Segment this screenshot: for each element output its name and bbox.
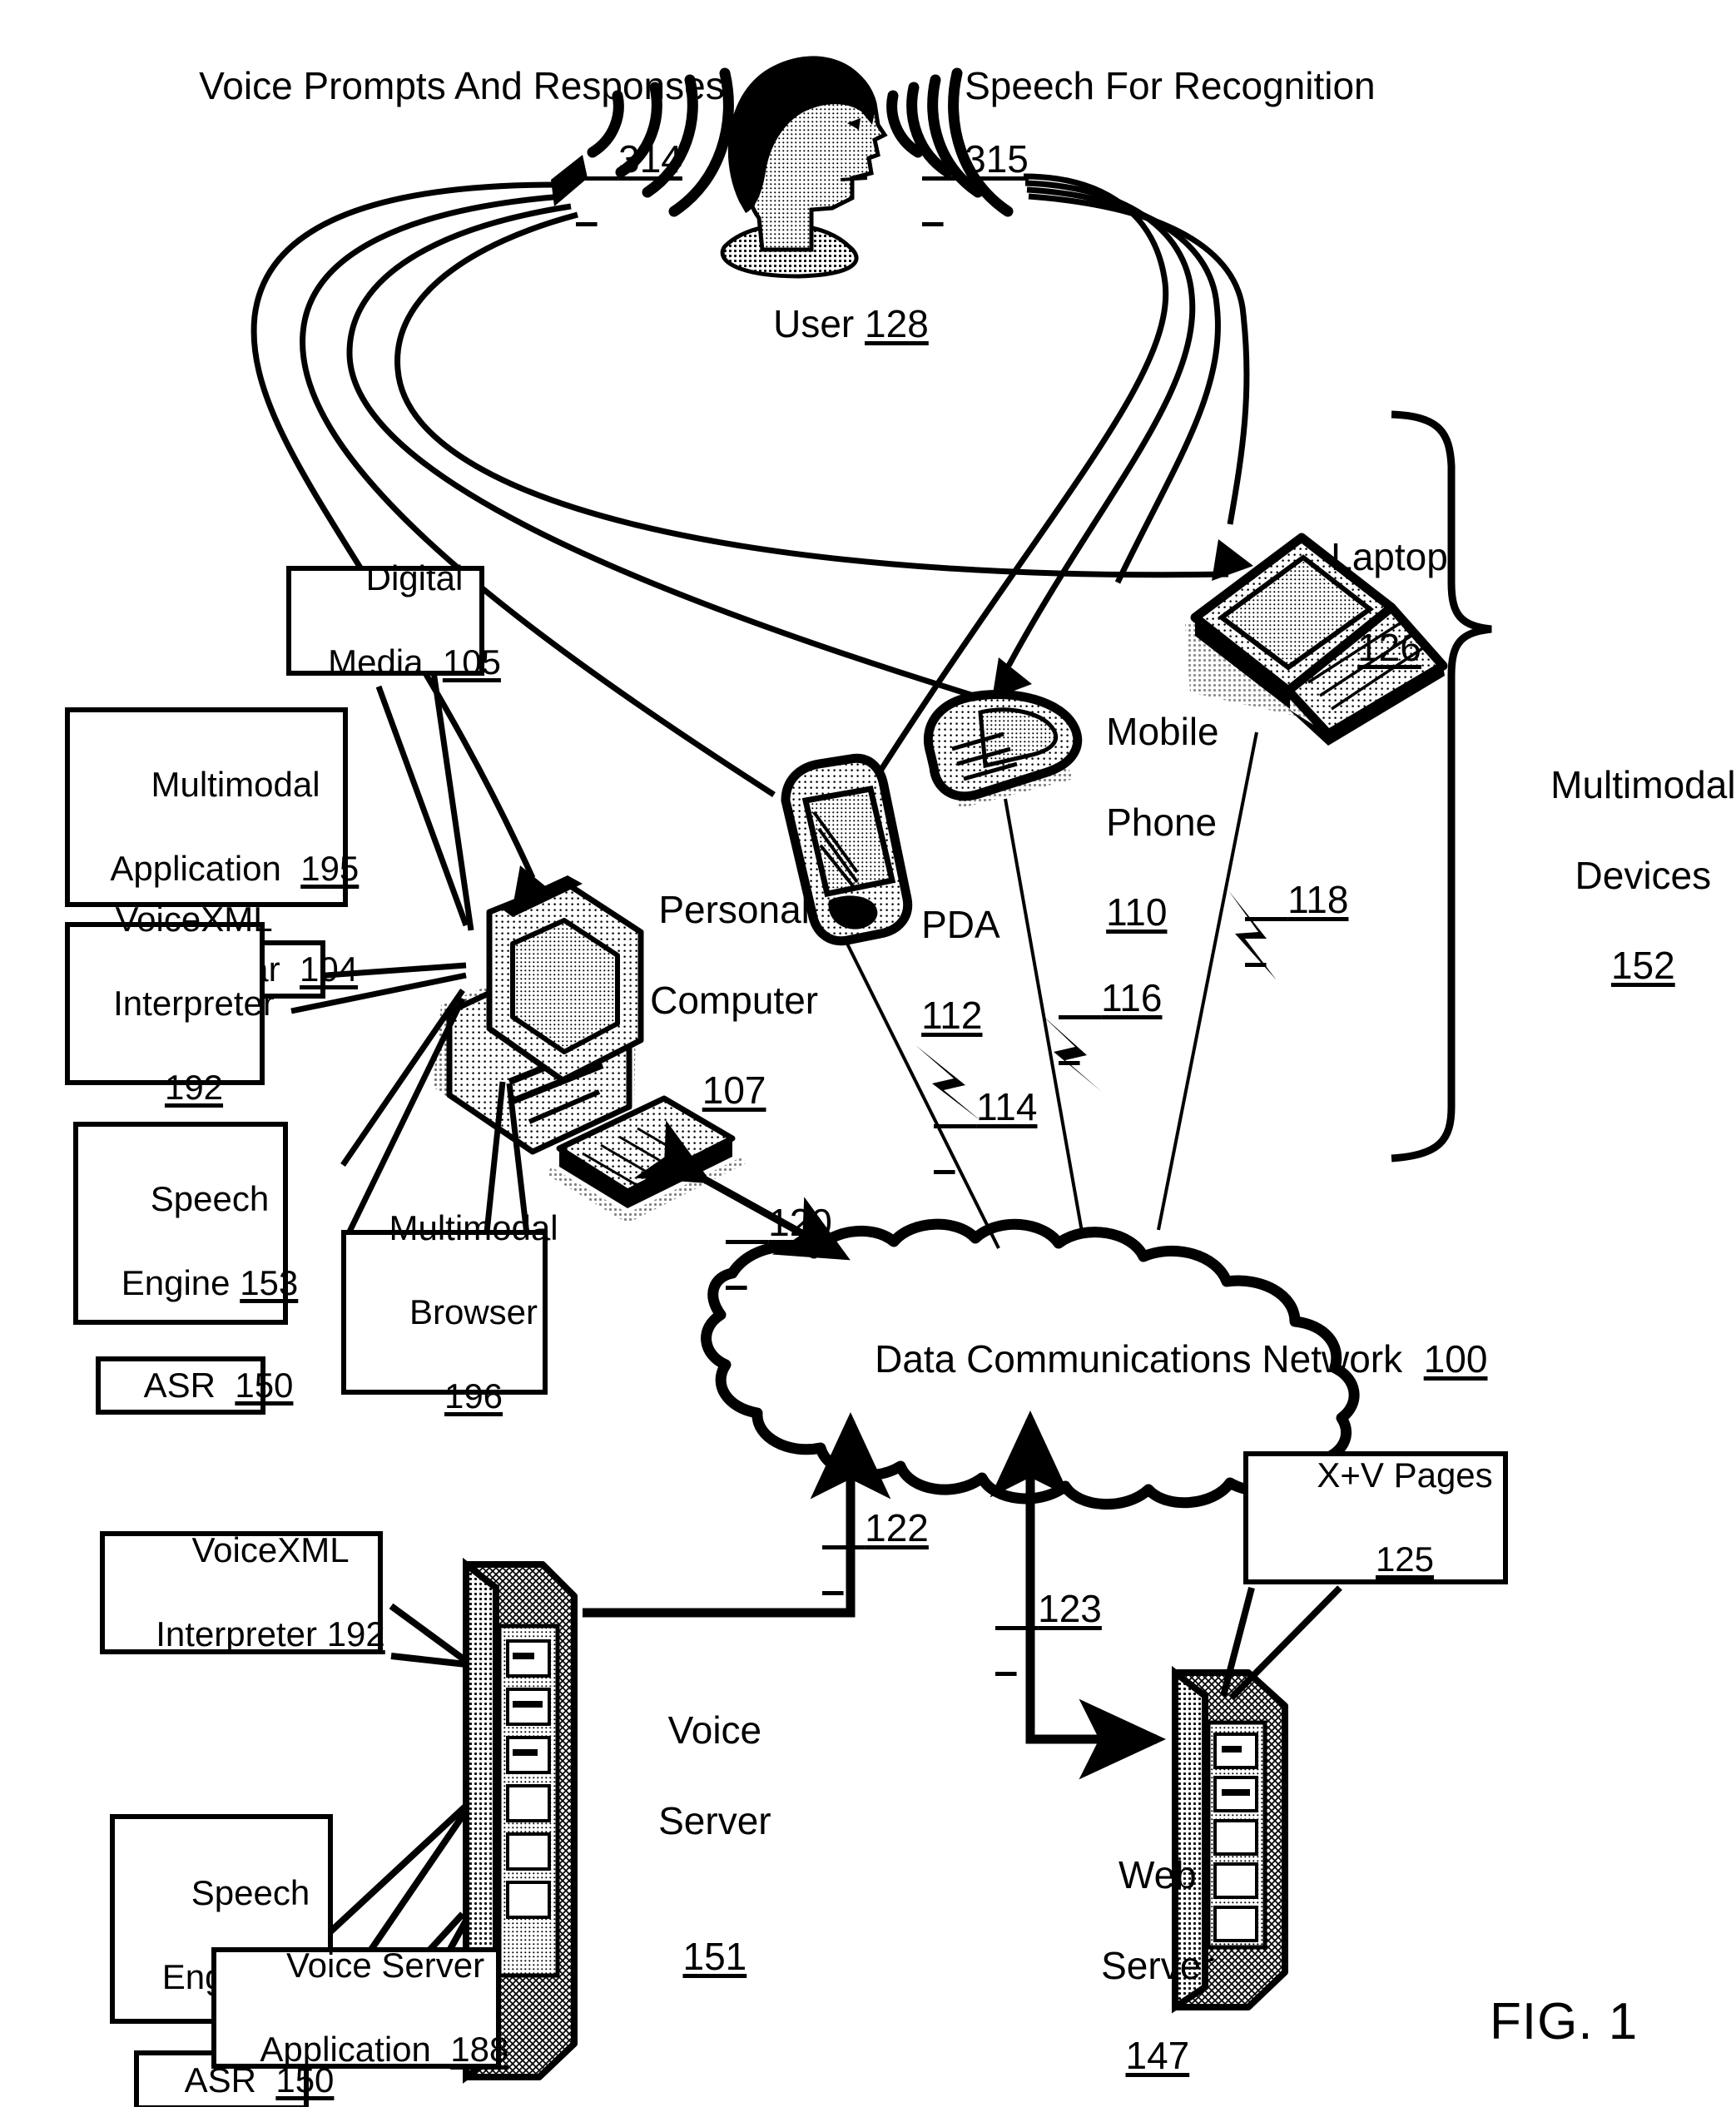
conn-mobile-network-ref: 116 bbox=[1101, 976, 1163, 1020]
voice-prompts-ref: 314 bbox=[618, 137, 682, 181]
voice-server-label: Voice Server 151 bbox=[658, 1708, 771, 1978]
conn-network-webserver-ref: 123 bbox=[1038, 1587, 1102, 1631]
voicexml-interpreter-server-box: VoiceXML Interpreter 192 bbox=[100, 1530, 385, 1654]
speech-engine-client-box: Speech Engine 153 ASR 150 bbox=[73, 1122, 298, 1415]
patent-figure-1: Voice Prompts And Responses 314 Speech F… bbox=[0, 0, 1736, 2107]
conn-pc-network-ref: 120 bbox=[768, 1201, 832, 1245]
conn-network-voiceserver-ref: 122 bbox=[865, 1506, 929, 1550]
digital-media-box: Digital Media 105 bbox=[286, 558, 501, 682]
conn-laptop-network-ref: 118 bbox=[1287, 878, 1349, 922]
user-label: User 128 bbox=[773, 302, 929, 346]
voice-server-application-box: Voice Server Application 188 bbox=[211, 1946, 508, 2069]
laptop-label: Laptop 126 bbox=[1331, 535, 1448, 669]
conn-pda-network-ref: 114 bbox=[976, 1085, 1038, 1129]
multimodal-browser-box: Multimodal Browser 196 bbox=[341, 1208, 558, 1415]
voicexml-interpreter-client-box: VoiceXML Interpreter 192 bbox=[65, 900, 275, 1107]
figure-caption: FIG. 1 bbox=[1490, 1993, 1639, 2050]
speech-recognition-ref: 315 bbox=[965, 137, 1029, 181]
mobile-phone-illustration bbox=[923, 690, 1083, 809]
user-head-illustration bbox=[720, 56, 888, 279]
multimodal-devices-label: Multimodal Devices 152 bbox=[1550, 763, 1736, 988]
web-server-label: Web Server 147 bbox=[1101, 1853, 1214, 2078]
xv-pages-box: X+V Pages 125 bbox=[1243, 1451, 1508, 1584]
network-label: Data Communications Network 100 bbox=[875, 1337, 1488, 1381]
personal-computer-label: Personal Computer 107 bbox=[650, 888, 819, 1113]
asr-client-box: ASR 150 bbox=[96, 1356, 293, 1415]
